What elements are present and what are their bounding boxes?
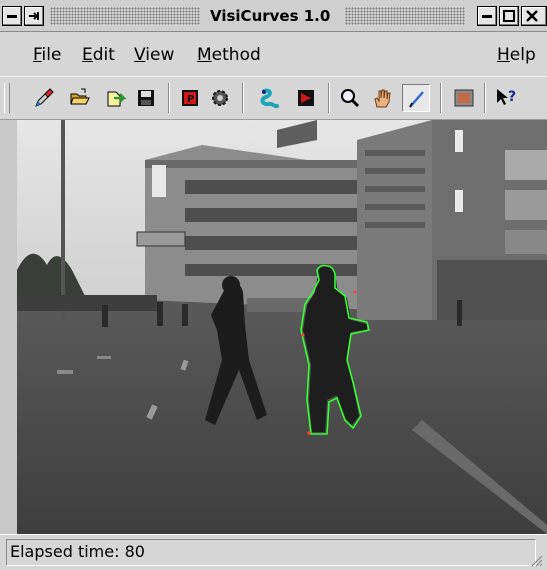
play-run-icon bbox=[298, 90, 314, 106]
menu-view-label: iew bbox=[145, 45, 175, 65]
minimize-icon bbox=[482, 15, 492, 18]
menu-help-label: elp bbox=[509, 45, 536, 65]
open-folder-icon bbox=[70, 88, 90, 105]
menu-view[interactable]: View bbox=[134, 44, 174, 66]
new-pencil-button[interactable] bbox=[30, 84, 58, 112]
draw-pen-button[interactable] bbox=[402, 84, 430, 112]
load-image-icon bbox=[107, 91, 127, 107]
street-scene-image bbox=[17, 120, 547, 534]
title-grip-left bbox=[50, 7, 200, 25]
toolbar-handle[interactable] bbox=[4, 83, 10, 113]
canvas-gutter bbox=[0, 120, 17, 534]
maximize-button[interactable] bbox=[499, 6, 519, 26]
pin-icon bbox=[29, 12, 39, 20]
menu-file[interactable]: File bbox=[33, 44, 61, 66]
menu-method-label: ethod bbox=[211, 45, 261, 65]
minimize-button[interactable] bbox=[477, 6, 497, 26]
save-button[interactable] bbox=[132, 84, 160, 112]
menu-help-mnemonic: H bbox=[497, 45, 510, 65]
snake-button[interactable] bbox=[254, 84, 282, 112]
window-title: VisiCurves 1.0 bbox=[210, 7, 331, 25]
menu-edit-label: dit bbox=[92, 45, 115, 65]
settings-gear-icon bbox=[212, 90, 228, 106]
title-bar[interactable]: VisiCurves 1.0 bbox=[0, 0, 547, 32]
menu-bar: File Edit View Method Help bbox=[0, 32, 547, 76]
menu-file-label: ile bbox=[41, 45, 62, 65]
draw-pen-icon bbox=[409, 91, 424, 108]
menu-view-mnemonic: V bbox=[134, 45, 146, 65]
snake-icon bbox=[260, 88, 279, 109]
open-button[interactable] bbox=[66, 84, 94, 112]
pan-hand-icon bbox=[374, 89, 391, 108]
menu-edit[interactable]: Edit bbox=[82, 44, 115, 66]
zoom-icon bbox=[341, 89, 360, 108]
close-button[interactable] bbox=[521, 6, 547, 26]
toolbar: P ? bbox=[0, 76, 547, 120]
menu-method[interactable]: Method bbox=[197, 44, 261, 66]
new-pencil-icon bbox=[35, 88, 54, 107]
toolbar-separator bbox=[168, 83, 170, 113]
svg-text:P: P bbox=[187, 94, 194, 105]
svg-text:?: ? bbox=[508, 89, 516, 105]
status-bar: Elapsed time: 80 bbox=[0, 534, 547, 570]
toolbar-separator bbox=[484, 83, 486, 113]
toolbar-separator bbox=[242, 83, 244, 113]
menu-method-mnemonic: M bbox=[197, 45, 212, 65]
save-icon bbox=[138, 90, 154, 106]
menu-file-mnemonic: F bbox=[33, 45, 42, 65]
toolbar-separator bbox=[440, 83, 442, 113]
parking-stop-icon: P bbox=[182, 90, 198, 106]
title-grip-right bbox=[345, 7, 465, 25]
pin-button[interactable] bbox=[24, 6, 44, 26]
view-image-icon bbox=[454, 89, 474, 107]
context-help-button[interactable]: ? bbox=[492, 84, 520, 112]
maximize-icon bbox=[503, 10, 515, 22]
close-icon bbox=[526, 10, 538, 22]
zoom-button[interactable] bbox=[336, 84, 364, 112]
run-button[interactable] bbox=[292, 84, 320, 112]
parking-stop-button[interactable]: P bbox=[176, 84, 204, 112]
window-menu-button[interactable] bbox=[2, 6, 22, 26]
view-image-button[interactable] bbox=[450, 84, 478, 112]
window-menu-icon bbox=[7, 15, 17, 18]
toolbar-separator bbox=[328, 83, 330, 113]
menu-help[interactable]: Help bbox=[497, 44, 536, 66]
context-help-icon: ? bbox=[497, 89, 516, 105]
pan-button[interactable] bbox=[368, 84, 396, 112]
image-canvas[interactable] bbox=[17, 120, 547, 534]
menu-edit-mnemonic: E bbox=[82, 45, 93, 65]
settings-button[interactable] bbox=[206, 84, 234, 112]
load-image-button[interactable] bbox=[102, 84, 130, 112]
resize-grip-icon[interactable] bbox=[529, 553, 543, 567]
status-text: Elapsed time: 80 bbox=[10, 542, 145, 561]
